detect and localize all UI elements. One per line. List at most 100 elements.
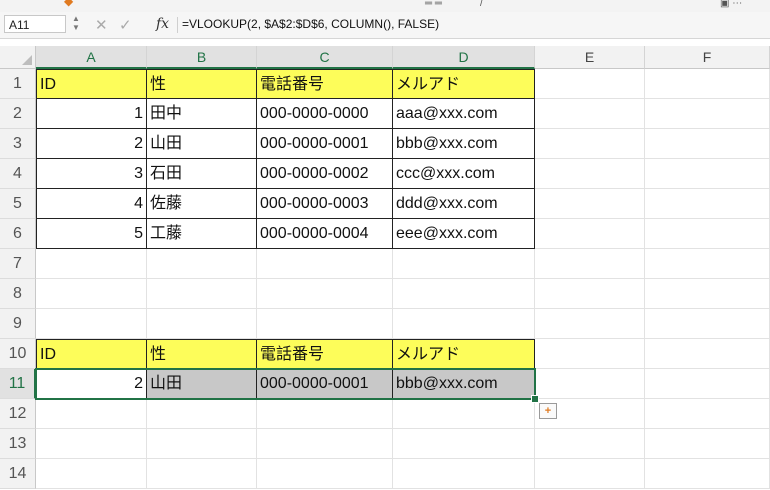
formula-input[interactable]: =VLOOKUP(2, $A$2:$D$6, COLUMN(), FALSE) [182,17,439,31]
cell-a14[interactable] [36,459,147,489]
cell-b11[interactable]: 山田 [147,369,257,399]
cell-b13[interactable] [147,429,257,459]
cell-d14[interactable] [393,459,535,489]
cell-d3[interactable]: bbb@xxx.com [393,129,535,159]
fill-color-icon[interactable]: ◆ [64,0,73,8]
cell-d13[interactable] [393,429,535,459]
cell-b7[interactable] [147,249,257,279]
cell-e6[interactable] [535,219,645,249]
cell-a9[interactable] [36,309,147,339]
cell-e9[interactable] [535,309,645,339]
cell-f6[interactable] [645,219,770,249]
cell-e10[interactable] [535,339,645,369]
cell-c10[interactable]: 電話番号 [257,339,393,369]
cell-d7[interactable] [393,249,535,279]
select-all-corner[interactable] [0,46,36,69]
row-header-1[interactable]: 1 [0,69,36,99]
row-header-9[interactable]: 9 [0,309,36,339]
cell-a7[interactable] [36,249,147,279]
column-header-b[interactable]: B [147,46,257,69]
cell-e14[interactable] [535,459,645,489]
cell-e3[interactable] [535,129,645,159]
cell-e13[interactable] [535,429,645,459]
column-header-f[interactable]: F [645,46,770,69]
cell-c12[interactable] [257,399,393,429]
cell-d11[interactable]: bbb@xxx.com [393,369,535,399]
cell-d4[interactable]: ccc@xxx.com [393,159,535,189]
cell-b3[interactable]: 山田 [147,129,257,159]
cell-f3[interactable] [645,129,770,159]
cell-d6[interactable]: eee@xxx.com [393,219,535,249]
cell-c3[interactable]: 000-0000-0001 [257,129,393,159]
cell-b9[interactable] [147,309,257,339]
cell-a2[interactable]: 1 [36,99,147,129]
cell-f1[interactable] [645,69,770,99]
cell-a1[interactable]: ID [36,69,147,99]
cell-f5[interactable] [645,189,770,219]
cell-c11[interactable]: 000-0000-0001 [257,369,393,399]
cell-b4[interactable]: 石田 [147,159,257,189]
row-header-14[interactable]: 14 [0,459,36,489]
row-header-12[interactable]: 12 [0,399,36,429]
cell-b14[interactable] [147,459,257,489]
column-header-a[interactable]: A [36,46,147,69]
cell-e11[interactable] [535,369,645,399]
row-header-3[interactable]: 3 [0,129,36,159]
cell-d12[interactable] [393,399,535,429]
cell-f14[interactable] [645,459,770,489]
cell-a4[interactable]: 3 [36,159,147,189]
cell-f7[interactable] [645,249,770,279]
cell-a10[interactable]: ID [36,339,147,369]
column-header-e[interactable]: E [535,46,645,69]
row-header-6[interactable]: 6 [0,219,36,249]
cell-f13[interactable] [645,429,770,459]
cell-c8[interactable] [257,279,393,309]
row-header-10[interactable]: 10 [0,339,36,369]
cell-a5[interactable]: 4 [36,189,147,219]
cell-e1[interactable] [535,69,645,99]
cell-f8[interactable] [645,279,770,309]
row-header-5[interactable]: 5 [0,189,36,219]
cell-d9[interactable] [393,309,535,339]
cell-b12[interactable] [147,399,257,429]
name-box-dropdown-icon[interactable]: ▲ ▼ [72,14,80,32]
row-header-13[interactable]: 13 [0,429,36,459]
cell-f10[interactable] [645,339,770,369]
cell-e4[interactable] [535,159,645,189]
paste-options-icon[interactable]: + [539,403,557,419]
cell-e8[interactable] [535,279,645,309]
cell-f11[interactable] [645,369,770,399]
cell-d2[interactable]: aaa@xxx.com [393,99,535,129]
cell-d10[interactable]: メルアド [393,339,535,369]
align-icon[interactable]: ═ ═ [425,0,442,9]
column-header-c[interactable]: C [257,46,393,69]
cell-d8[interactable] [393,279,535,309]
cell-c7[interactable] [257,249,393,279]
row-header-8[interactable]: 8 [0,279,36,309]
cell-f2[interactable] [645,99,770,129]
cell-f12[interactable] [645,399,770,429]
row-header-2[interactable]: 2 [0,99,36,129]
format-icon[interactable]: ▣ ⋯ [720,0,742,9]
cell-a11[interactable]: 2 [36,369,147,399]
cell-e7[interactable] [535,249,645,279]
row-header-4[interactable]: 4 [0,159,36,189]
cell-f4[interactable] [645,159,770,189]
cell-c6[interactable]: 000-0000-0004 [257,219,393,249]
cell-c2[interactable]: 000-0000-0000 [257,99,393,129]
cell-a3[interactable]: 2 [36,129,147,159]
cell-c14[interactable] [257,459,393,489]
cell-b5[interactable]: 佐藤 [147,189,257,219]
cell-e2[interactable] [535,99,645,129]
cell-a12[interactable] [36,399,147,429]
row-header-7[interactable]: 7 [0,249,36,279]
fill-handle[interactable] [531,395,539,403]
name-box[interactable]: A11 [4,15,66,33]
cell-b1[interactable]: 性 [147,69,257,99]
cell-a6[interactable]: 5 [36,219,147,249]
cell-b10[interactable]: 性 [147,339,257,369]
cell-c5[interactable]: 000-0000-0003 [257,189,393,219]
close-icon[interactable]: ✕ [95,16,108,34]
cell-a8[interactable] [36,279,147,309]
check-icon[interactable]: ✓ [119,16,132,34]
